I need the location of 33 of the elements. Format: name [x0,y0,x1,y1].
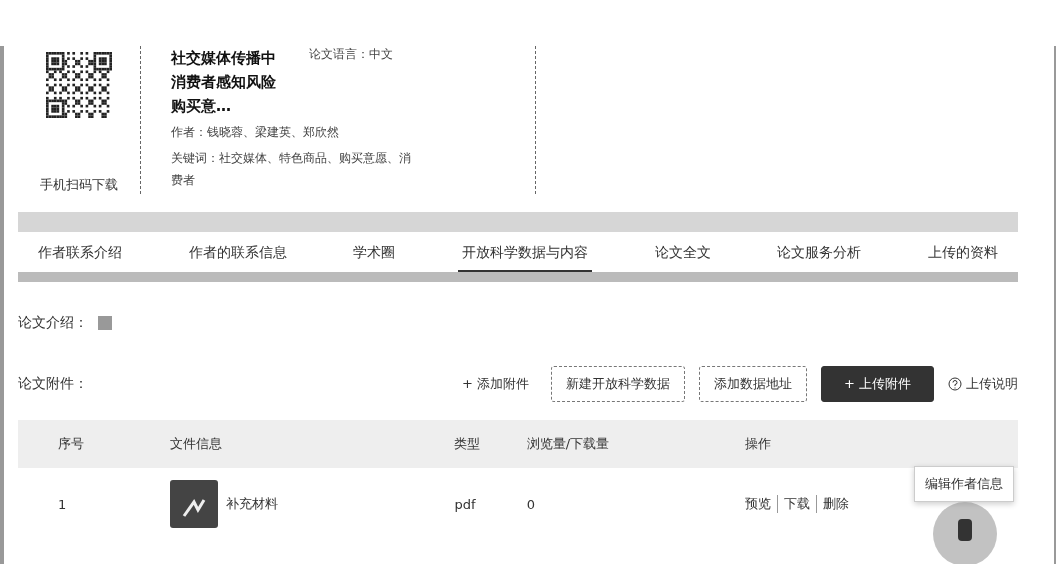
column-header: 文件信息 [169,420,454,468]
action-button[interactable]: + 上传附件 [820,366,934,402]
paper-title[interactable]: 社交媒体传播中消费者感知风险购买意… [171,46,281,118]
row-action-link[interactable]: 下载 [776,495,810,513]
placeholder-icon [98,316,112,330]
paper-authors: 作者：钱晓蓉、梁建英、郑欣然 [171,124,340,141]
qr-caption: 手机扫码下载 [40,176,118,194]
table-cell: pdf [453,468,526,540]
file-name[interactable]: 补充材料 [226,495,278,513]
tab[interactable]: 学术圈 [349,232,400,272]
tab[interactable]: 论文全文 [650,232,715,272]
qr-code-icon [46,52,112,118]
tooltip: 编辑作者信息 [914,466,1014,502]
tab[interactable]: 作者联系介绍 [34,232,126,272]
row-action-link[interactable]: 预览 [744,495,771,513]
tab[interactable]: 论文服务分析 [773,232,866,272]
attachments-label: 论文附件： [18,375,88,391]
column-header: 操作 [743,420,1018,468]
pdf-file-icon [170,480,218,528]
intro-label: 论文介绍： [18,314,88,332]
column-header: 浏览量/下载量 [525,420,744,468]
paper-keywords: 关键词：社交媒体、特色商品、购买意愿、消费者 [171,150,411,189]
action-button[interactable]: 添加数据地址 [698,366,807,402]
tab[interactable]: 作者的联系信息 [184,232,291,272]
action-button[interactable]: 新建开放科学数据 [550,366,685,402]
table-cell: 1 [18,468,169,540]
column-header: 序号 [18,420,169,468]
table-cell: 0 [525,468,744,540]
help-icon [948,377,962,391]
row-action-link[interactable]: 删除 [815,495,849,513]
column-header: 类型 [453,420,526,468]
paper-language: 论文语言：中文 [309,46,393,63]
tab[interactable]: 上传的资料 [923,232,1002,272]
